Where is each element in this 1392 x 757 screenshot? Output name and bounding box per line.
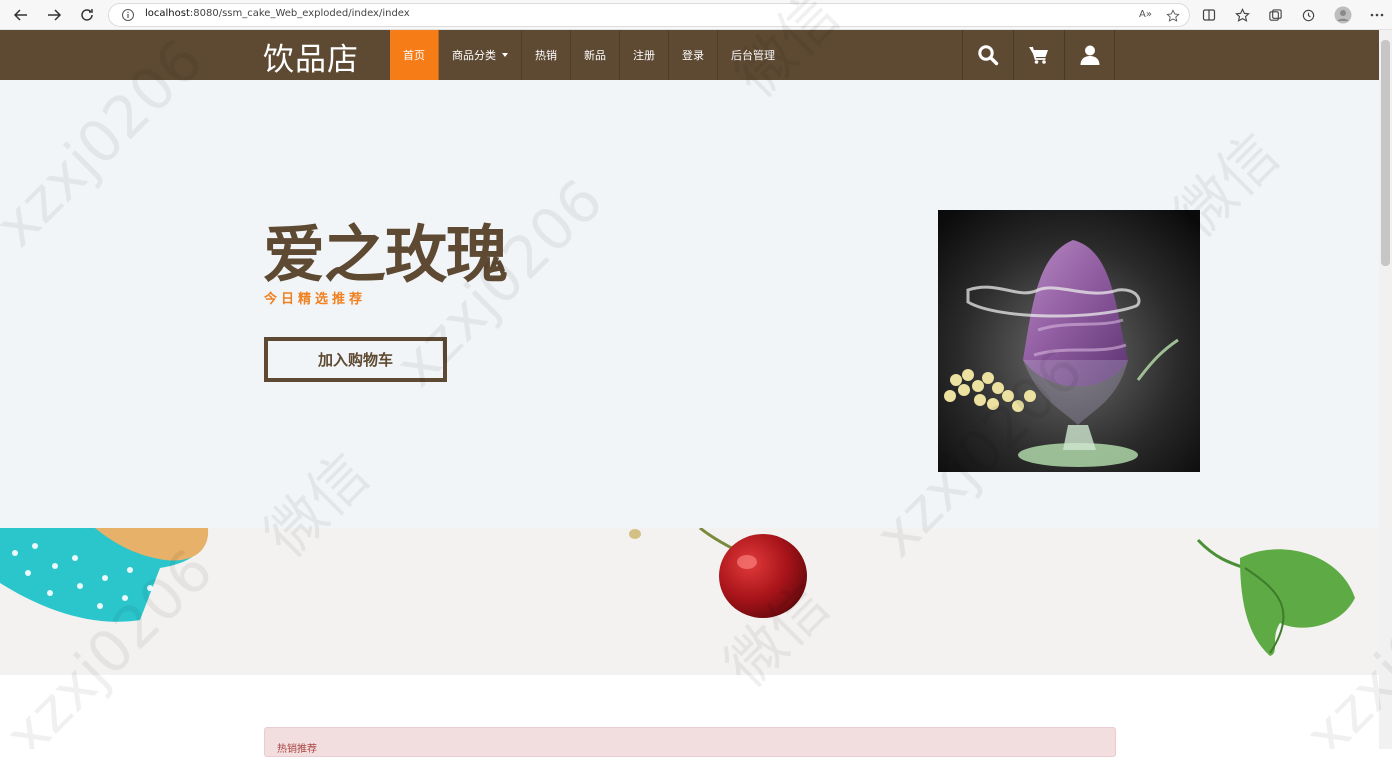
cherry-icon (629, 528, 807, 618)
user-button[interactable] (1064, 30, 1115, 80)
nav-hot[interactable]: 热销 (522, 30, 571, 80)
read-aloud-icon[interactable]: A» (1139, 9, 1155, 23)
main-menu: 首页 商品分类 热销 新品 注册 登录 后台管理 (390, 30, 788, 80)
decoration-art (0, 528, 1355, 656)
hero-subtitle: 今日精选推荐 (264, 292, 367, 307)
profile-avatar-icon[interactable] (1334, 6, 1352, 24)
caret-down-icon (502, 53, 508, 57)
add-favorite-icon[interactable] (1165, 9, 1181, 23)
info-icon[interactable] (121, 8, 135, 22)
cart-button[interactable] (1013, 30, 1064, 80)
more-menu-icon[interactable] (1368, 6, 1386, 24)
nav-register[interactable]: 注册 (620, 30, 669, 80)
hot-recommend-heading: 热销推荐 (277, 744, 317, 755)
reload-icon (81, 9, 93, 21)
cart-icon (1029, 46, 1048, 64)
nav-admin[interactable]: 后台管理 (718, 30, 788, 80)
search-button[interactable] (962, 30, 1013, 80)
history-icon[interactable] (1299, 6, 1317, 24)
hot-recommend-panel: 热销推荐 (264, 727, 1116, 757)
page-scrollbar[interactable] (1379, 30, 1392, 749)
favorites-icon[interactable] (1233, 6, 1251, 24)
browser-toolbar: localhost:8080/ssm_cake_Web_exploded/ind… (0, 0, 1392, 30)
product-image[interactable] (938, 210, 1200, 472)
hero-banner: 爱之玫瑰 今日精选推荐 加入购物车 (0, 80, 1379, 528)
hero-title: 爱之玫瑰 (263, 218, 508, 291)
address-url: localhost:8080/ssm_cake_Web_exploded/ind… (145, 8, 410, 19)
site-header: 饮品店 首页 商品分类 热销 新品 注册 登录 后台管理 (0, 30, 1379, 80)
decoration-band (0, 528, 1379, 675)
nav-categories-dropdown[interactable]: 商品分类 (439, 30, 522, 80)
forward-button[interactable] (43, 4, 65, 26)
nav-new[interactable]: 新品 (571, 30, 620, 80)
scrollbar-thumb[interactable] (1381, 40, 1390, 266)
ice-cream-image (938, 210, 1200, 472)
back-button[interactable] (10, 4, 32, 26)
user-icon (1080, 45, 1099, 65)
nav-login[interactable]: 登录 (669, 30, 718, 80)
reload-button[interactable] (76, 4, 98, 26)
collections-icon[interactable] (1266, 6, 1284, 24)
mint-leaf-icon (1196, 538, 1355, 656)
add-to-cart-button[interactable]: 加入购物车 (264, 337, 447, 382)
nav-home[interactable]: 首页 (390, 30, 439, 80)
address-bar[interactable]: localhost:8080/ssm_cake_Web_exploded/ind… (108, 3, 1190, 27)
search-icon (978, 45, 999, 66)
site-logo[interactable]: 饮品店 (263, 34, 359, 79)
forward-arrow-icon (48, 9, 62, 21)
split-screen-icon[interactable] (1200, 6, 1218, 24)
header-icons (962, 30, 1115, 80)
cupcake-icon (0, 528, 209, 622)
back-arrow-icon (13, 9, 27, 21)
